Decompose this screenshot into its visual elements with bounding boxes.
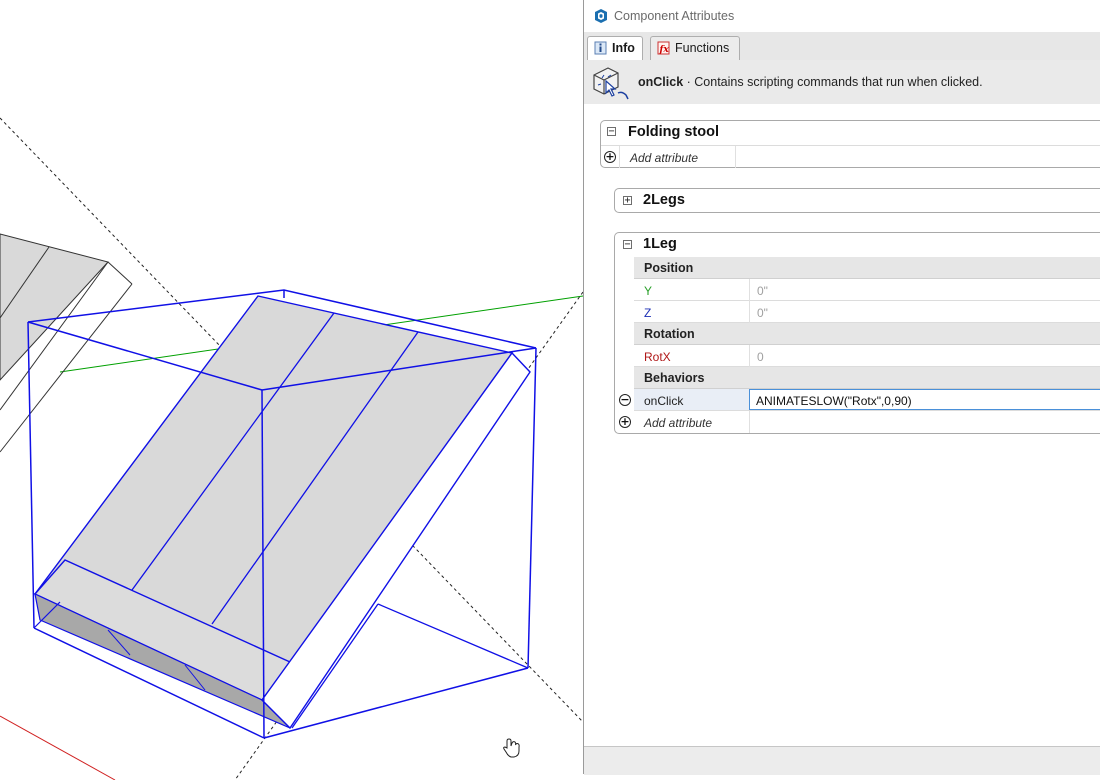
svg-text:fx: fx xyxy=(659,45,670,55)
section-label: Rotation xyxy=(644,327,695,341)
add-attribute-row[interactable]: + Add attribute xyxy=(601,145,1100,168)
attribute-name-rotx: RotX xyxy=(644,350,671,364)
attribute-row-rotx[interactable]: RotX 0 xyxy=(634,345,1100,367)
component-name: Folding stool xyxy=(628,124,720,140)
hand-cursor-cube-icon xyxy=(593,67,629,100)
add-attribute-label[interactable]: Add attribute xyxy=(644,416,712,430)
attribute-description: onClick · Contains scripting commands th… xyxy=(638,75,983,89)
section-header-rotation: Rotation xyxy=(634,323,1100,345)
sketchup-app-icon xyxy=(595,9,607,23)
component-panel-2legs: + 2Legs xyxy=(614,188,1100,213)
attribute-value-rotx[interactable]: 0 xyxy=(757,350,764,364)
dialog-status-bar xyxy=(584,746,1100,775)
viewport-canvas[interactable] xyxy=(0,0,583,780)
dialog-title: Component Attributes xyxy=(614,9,735,23)
component-panel-1leg: − 1Leg Position Y 0" Z 0" Rotation RotX xyxy=(614,232,1100,434)
expand-2legs-toggle[interactable]: + xyxy=(623,196,632,206)
info-icon xyxy=(594,41,607,55)
component-attributes-dialog: Component Attributes Info fx Functions o… xyxy=(583,0,1100,775)
attribute-name-z: Z xyxy=(644,306,652,320)
tab-info-label: Info xyxy=(612,41,635,55)
section-header-position: Position xyxy=(634,257,1100,279)
collapse-1leg-toggle[interactable]: − xyxy=(623,240,632,250)
component-name: 2Legs xyxy=(643,192,685,208)
remove-attribute-icon[interactable]: − xyxy=(619,394,631,406)
attribute-name: onClick xyxy=(638,75,684,89)
dialog-titlebar[interactable]: Component Attributes xyxy=(584,0,1100,33)
second-leg-component xyxy=(0,233,133,453)
component-name: 1Leg xyxy=(643,236,677,252)
add-attribute-icon[interactable]: + xyxy=(619,416,631,428)
tab-functions-label: Functions xyxy=(675,41,730,55)
section-header-behaviors: Behaviors xyxy=(634,367,1100,389)
tab-strip: Info fx Functions xyxy=(584,32,1100,61)
add-attribute-row[interactable]: Add attribute xyxy=(634,411,1100,433)
add-attribute-icon[interactable]: + xyxy=(604,151,616,163)
attribute-row-z[interactable]: Z 0" xyxy=(634,301,1100,323)
component-panel-folding-stool: − Folding stool + Add attribute xyxy=(600,120,1100,168)
formula-input-value[interactable]: ANIMATESLOW("Rotx",0,90) xyxy=(756,394,912,408)
attribute-description-text: · Contains scripting commands that run w… xyxy=(683,75,983,89)
attribute-row-y[interactable]: Y 0" xyxy=(634,279,1100,301)
attribute-value-y[interactable]: 0" xyxy=(757,284,768,298)
formula-input[interactable]: ANIMATESLOW("Rotx",0,90) xyxy=(749,389,1100,410)
section-label: Behaviors xyxy=(644,371,705,385)
tab-info[interactable]: Info xyxy=(587,36,643,61)
selected-leg-component xyxy=(27,289,537,739)
section-label: Position xyxy=(644,261,694,275)
collapse-folding-stool-toggle[interactable]: − xyxy=(607,127,616,137)
attributes-content: − Folding stool + Add attribute + 2Legs … xyxy=(584,104,1100,744)
attribute-name-onclick: onClick xyxy=(644,394,684,408)
tab-functions[interactable]: fx Functions xyxy=(650,36,740,60)
hand-cursor-icon xyxy=(503,738,520,758)
fx-icon: fx xyxy=(657,41,670,55)
attribute-name-y: Y xyxy=(644,284,653,298)
add-attribute-label[interactable]: Add attribute xyxy=(630,151,698,165)
red-axis-line xyxy=(0,715,116,780)
attribute-info-bar: onClick · Contains scripting commands th… xyxy=(584,60,1100,105)
attribute-row-onclick[interactable]: onClick ANIMATESLOW("Rotx",0,90) xyxy=(634,389,1100,411)
attribute-value-z[interactable]: 0" xyxy=(757,306,768,320)
